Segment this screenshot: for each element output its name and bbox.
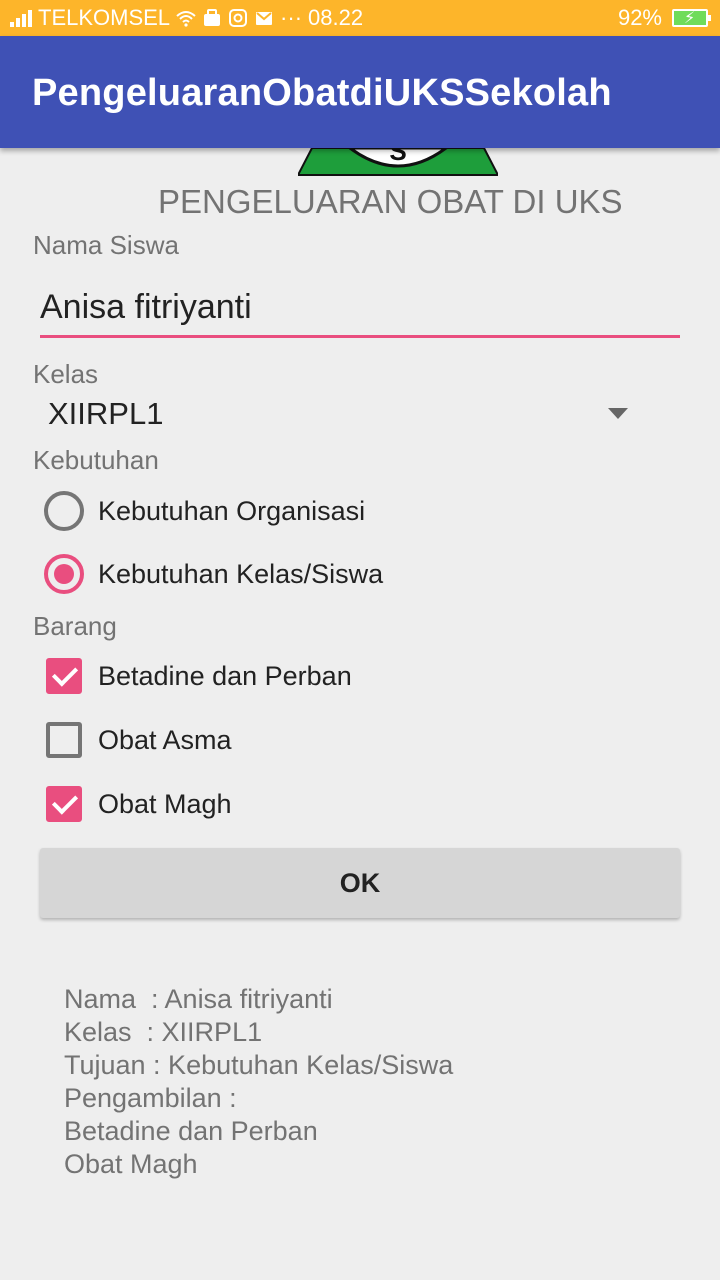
instagram-icon bbox=[229, 9, 248, 27]
wifi-icon bbox=[176, 11, 196, 27]
ok-button[interactable]: OK bbox=[40, 848, 680, 918]
app-bar: PengeluaranObatdiUKSSekolah bbox=[0, 36, 720, 148]
result-item: Betadine dan Perban bbox=[64, 1116, 318, 1146]
signal-icon bbox=[10, 9, 32, 27]
checkbox-obat-magh[interactable]: Obat Magh bbox=[44, 786, 232, 822]
app-title: PengeluaranObatdiUKSSekolah bbox=[32, 72, 612, 114]
checkbox-checked[interactable] bbox=[46, 786, 82, 822]
result-tujuan: Tujuan : Kebutuhan Kelas/Siswa bbox=[64, 1050, 454, 1080]
kelas-selected-value: XIIRPL1 bbox=[48, 396, 164, 431]
battery-charging-icon: ⚡ bbox=[672, 9, 711, 27]
radio-label: Kebutuhan Kelas/Siswa bbox=[98, 558, 384, 589]
checkbox-obat-asma[interactable]: Obat Asma bbox=[44, 722, 232, 758]
status-bar-left: TELKOMSEL ··· 08.22 bbox=[10, 5, 363, 31]
result-item: Obat Magh bbox=[64, 1149, 198, 1179]
kelas-label: Kelas bbox=[33, 359, 99, 389]
nama-field bbox=[40, 288, 680, 340]
notification-bag-icon bbox=[204, 9, 221, 26]
checkbox-checked[interactable] bbox=[46, 658, 82, 694]
result-nama: Nama : Anisa fitriyanti bbox=[64, 984, 333, 1014]
status-time: 08.22 bbox=[308, 5, 364, 30]
kelas-spinner[interactable]: XIIRPL1 bbox=[48, 396, 638, 438]
checkbox-unchecked[interactable] bbox=[46, 722, 82, 758]
gmail-icon bbox=[256, 12, 273, 25]
radio-kebutuhan-kelas-siswa[interactable]: Kebutuhan Kelas/Siswa bbox=[44, 554, 383, 594]
result-kelas: Kelas : XIIRPL1 bbox=[64, 1017, 263, 1047]
carrier-name: TELKOMSEL bbox=[38, 5, 171, 30]
barang-label: Barang bbox=[33, 611, 117, 641]
radio-kebutuhan-organisasi[interactable]: Kebutuhan Organisasi bbox=[44, 491, 365, 531]
checkbox-label: Obat Magh bbox=[98, 788, 232, 819]
checkbox-label: Betadine dan Perban bbox=[98, 660, 352, 691]
nama-label: Nama Siswa bbox=[33, 230, 179, 260]
kebutuhan-label: Kebutuhan bbox=[33, 445, 159, 475]
nama-input[interactable] bbox=[40, 288, 680, 327]
result-pengambilan: Pengambilan : bbox=[64, 1083, 237, 1113]
uks-logo: S bbox=[298, 148, 498, 176]
dropdown-arrow-icon bbox=[608, 408, 628, 419]
page-heading: PENGELUARAN OBAT DI UKS bbox=[158, 183, 623, 220]
radio-button-checked[interactable] bbox=[44, 554, 84, 594]
checkbox-betadine[interactable]: Betadine dan Perban bbox=[44, 658, 352, 694]
status-bar: TELKOMSEL ··· 08.22 92% ⚡ bbox=[0, 0, 720, 36]
more-notifications-dots: ··· bbox=[280, 5, 303, 30]
checkbox-label: Obat Asma bbox=[98, 724, 232, 755]
status-bar-right: 92% ⚡ bbox=[617, 5, 711, 31]
radio-label: Kebutuhan Organisasi bbox=[98, 495, 366, 526]
battery-percent: 92% bbox=[617, 5, 662, 30]
radio-button[interactable] bbox=[44, 491, 84, 531]
nama-underline bbox=[40, 335, 680, 338]
logo-letter: S bbox=[389, 148, 406, 166]
result-output: Nama : Anisa fitriyanti Kelas : XIIRPL1 … bbox=[64, 983, 453, 1181]
